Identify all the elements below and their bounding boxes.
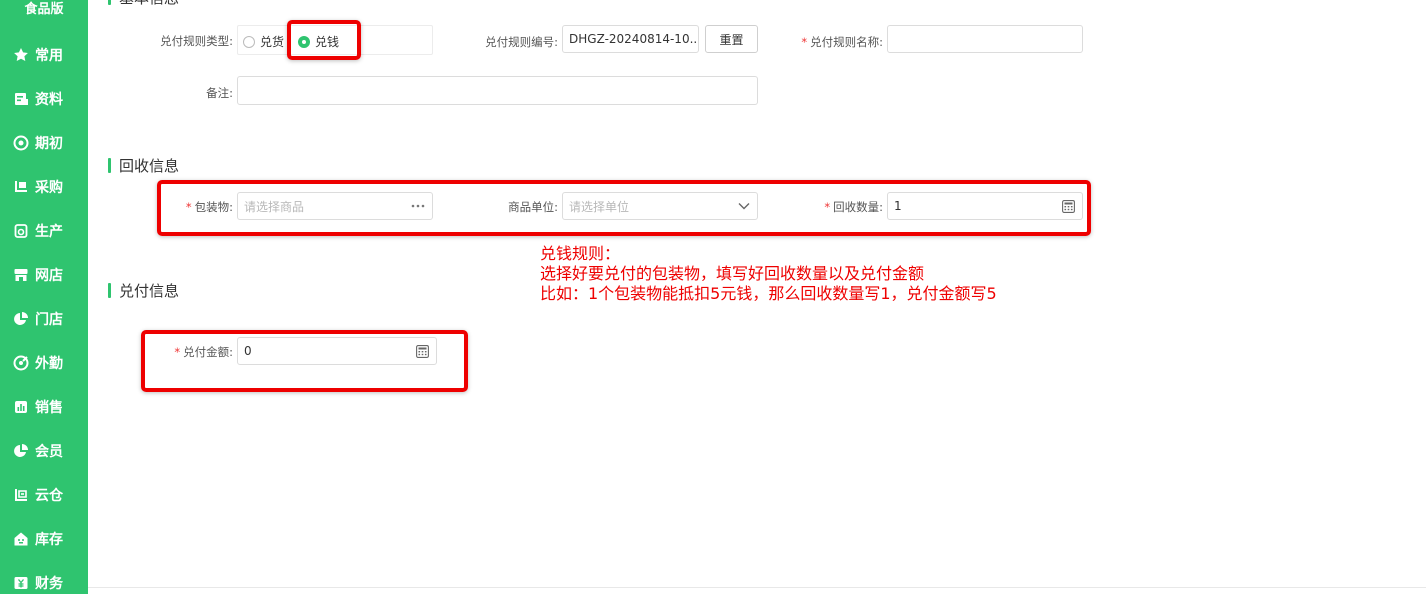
annotation-line: 兑钱规则：: [540, 244, 621, 263]
sidebar-item-label: 期初: [35, 136, 63, 152]
section-title-text: 兑付信息: [119, 282, 180, 300]
cart-icon: [13, 179, 29, 195]
section-title-basic: 基本信息: [108, 0, 179, 8]
compass-icon: [13, 355, 29, 371]
brand-label: 食品版: [24, 2, 64, 17]
annotation-line: 比如：1个包装物能抵扣5元钱，那么回收数量写1，兑付金额写5: [540, 284, 997, 303]
section-title-pay: 兑付信息: [108, 280, 179, 301]
sidebar-item-member[interactable]: 会员: [0, 439, 88, 463]
remark-field[interactable]: [237, 76, 758, 105]
radio-dot: [243, 35, 255, 48]
section-title-recycle: 回收信息: [108, 155, 179, 176]
annotation-line: 选择好要兑付的包装物，填写好回收数量以及兑付金额: [540, 264, 925, 283]
reset-button[interactable]: 重置: [705, 25, 758, 53]
section-title-text: 回收信息: [119, 157, 180, 175]
section-title-text: 基本信息: [119, 0, 179, 8]
sidebar-item-label: 云仓: [35, 488, 63, 504]
store-icon: [13, 267, 29, 283]
sidebar-item-label: 财务: [35, 576, 63, 592]
sidebar-item-label: 资料: [35, 92, 63, 108]
pie-icon: [13, 443, 29, 459]
sidebar: 食品版 常用 资料 期初 采购 生产 网店 门店 外勤 销售 会员 云仓 库存 …: [0, 0, 88, 594]
finance-icon: [13, 575, 29, 591]
sidebar-item-shop[interactable]: 门店: [0, 307, 88, 331]
sidebar-item-label: 常用: [35, 48, 63, 64]
rule-name-label-text: 兑付规则名称:: [810, 35, 883, 49]
sidebar-item-finance[interactable]: 财务: [0, 571, 88, 595]
section-bar: [108, 158, 111, 173]
home-icon: [13, 531, 29, 547]
production-icon: [13, 223, 29, 239]
sidebar-item-label: 会员: [35, 444, 63, 460]
sidebar-item-online-store[interactable]: 网店: [0, 263, 88, 287]
document-icon: [13, 91, 29, 107]
rule-name-field[interactable]: [887, 25, 1083, 53]
sidebar-item-purchase[interactable]: 采购: [0, 175, 88, 199]
annotation-note: 兑钱规则： 选择好要兑付的包装物，填写好回收数量以及兑付金额 比如：1个包装物能…: [540, 244, 997, 304]
sidebar-item-label: 销售: [35, 400, 63, 416]
highlight-box-recycle: [157, 180, 1091, 236]
sidebar-item-opening[interactable]: 期初: [0, 131, 88, 155]
highlight-box-pay: [141, 330, 468, 392]
highlight-box-rule-type: [287, 20, 361, 60]
rule-type-label: 兑付规则类型:: [160, 34, 233, 48]
radio-exchange-goods[interactable]: 兑货: [243, 33, 284, 50]
sidebar-item-label: 网店: [35, 268, 63, 284]
sidebar-item-label: 采购: [35, 180, 63, 196]
rule-no-field[interactable]: DHGZ-20240814-10...: [562, 25, 699, 53]
target-icon: [13, 135, 29, 151]
sidebar-item-inventory[interactable]: 库存: [0, 527, 88, 551]
pie-icon: [13, 311, 29, 327]
sidebar-item-label: 生产: [35, 224, 63, 240]
sidebar-item-sales[interactable]: 销售: [0, 395, 88, 419]
radio-label: 兑货: [260, 35, 285, 49]
sidebar-item-cloud-warehouse[interactable]: 云仓: [0, 483, 88, 507]
section-bar: [108, 0, 111, 5]
remark-label: 备注:: [206, 86, 233, 100]
sidebar-item-data[interactable]: 资料: [0, 87, 88, 111]
rule-no-label: 兑付规则编号:: [485, 35, 558, 49]
section-bar: [108, 283, 111, 298]
rule-no-value: DHGZ-20240814-10...: [569, 32, 699, 46]
sidebar-item-label: 库存: [35, 532, 63, 548]
chart-icon: [13, 399, 29, 415]
warehouse-icon: [13, 487, 29, 503]
sidebar-item-production[interactable]: 生产: [0, 219, 88, 243]
sidebar-item-common[interactable]: 常用: [0, 43, 88, 67]
sidebar-item-label: 门店: [35, 312, 63, 328]
sidebar-item-field[interactable]: 外勤: [0, 351, 88, 375]
star-icon: [13, 47, 29, 63]
divider: [88, 587, 1426, 588]
rule-name-label: * 兑付规则名称:: [801, 35, 883, 49]
sidebar-item-label: 外勤: [35, 356, 63, 372]
